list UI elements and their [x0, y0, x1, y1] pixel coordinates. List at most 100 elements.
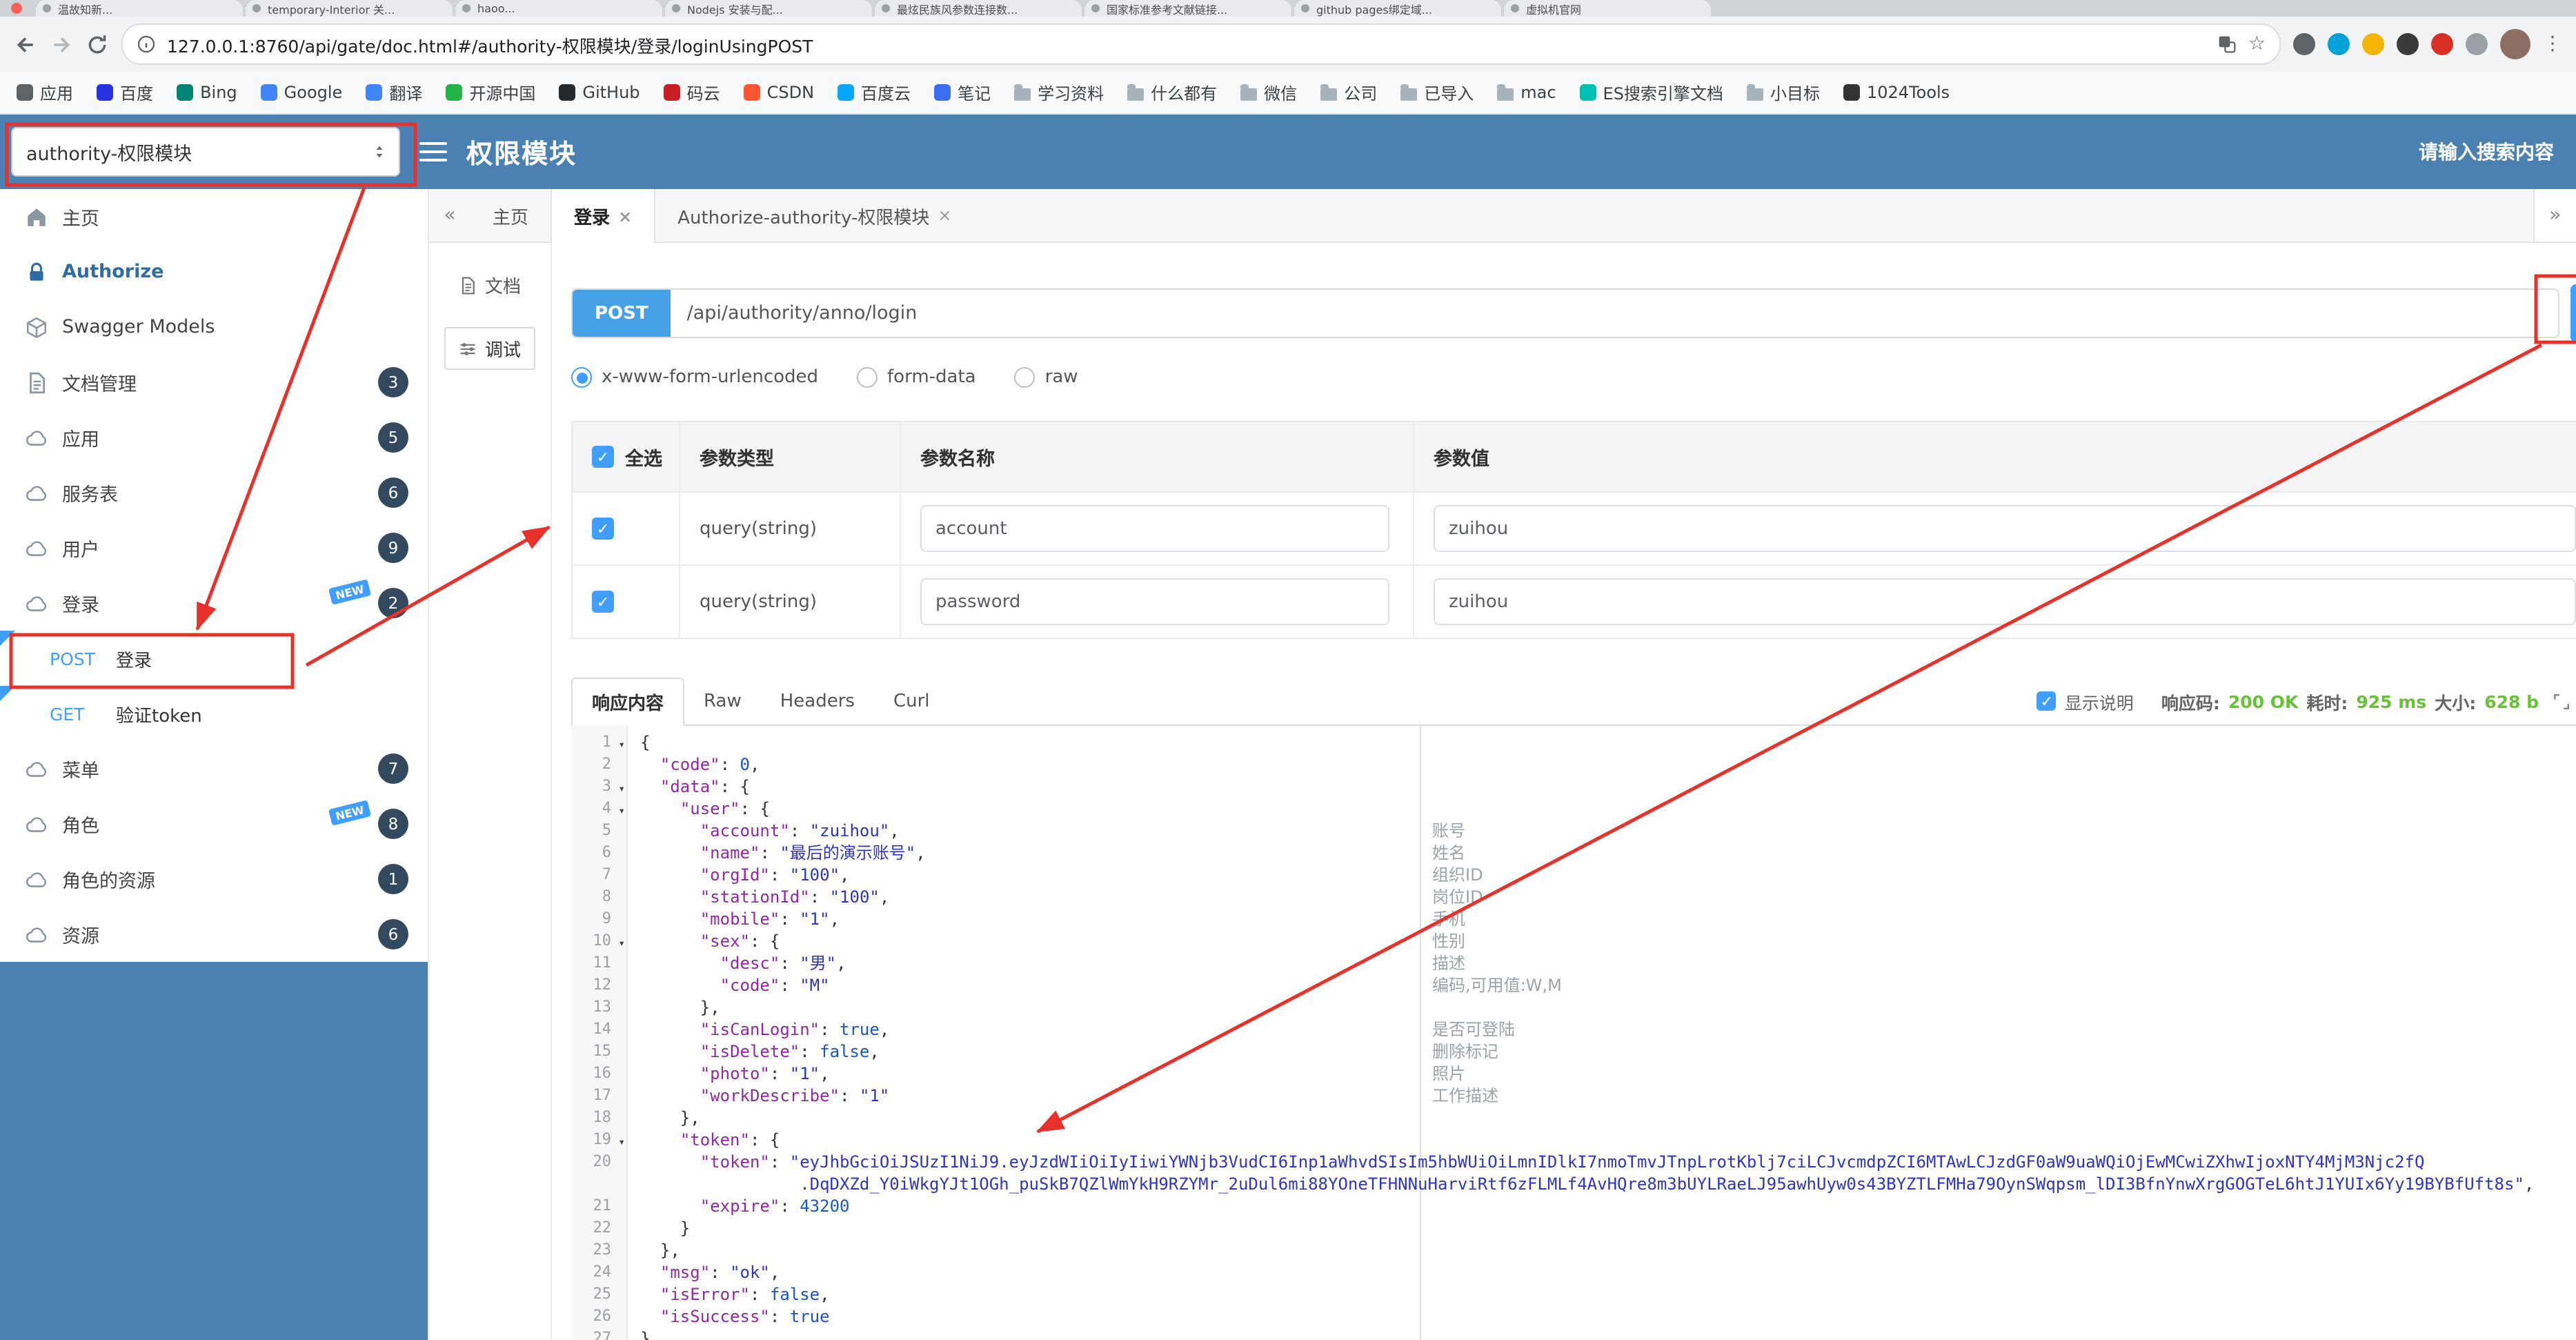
- response-tab-label: Curl: [893, 691, 930, 712]
- param-value-input[interactable]: [1434, 578, 2576, 625]
- bookmark-item[interactable]: 小目标: [1746, 81, 1820, 104]
- extension-icon[interactable]: [2362, 33, 2384, 55]
- profile-avatar[interactable]: [2500, 29, 2530, 59]
- forward-icon[interactable]: [50, 32, 73, 56]
- radio-icon[interactable]: [857, 367, 878, 388]
- content-tab[interactable]: 登录 ×: [551, 189, 656, 243]
- extension-icon[interactable]: [2328, 33, 2350, 55]
- bookmark-item[interactable]: 应用: [17, 81, 73, 104]
- bookmark-item[interactable]: CSDN: [743, 83, 814, 102]
- radio-icon[interactable]: [1014, 367, 1036, 388]
- extension-icon[interactable]: [2466, 33, 2488, 55]
- body-type-radio[interactable]: x-www-form-urlencoded: [571, 367, 818, 388]
- bookmark-item[interactable]: GitHub: [559, 83, 640, 102]
- content-tab[interactable]: 主页: [470, 189, 551, 242]
- body-type-radio[interactable]: form-data: [857, 367, 976, 388]
- show-desc-checkbox[interactable]: [2037, 691, 2057, 711]
- sidebar-item-menu[interactable]: 菜单 7: [0, 741, 428, 796]
- translate-icon[interactable]: [2218, 35, 2237, 54]
- fullscreen-icon[interactable]: [2553, 692, 2570, 710]
- info-icon[interactable]: [137, 35, 156, 54]
- back-icon[interactable]: [14, 32, 37, 56]
- browser-tab[interactable]: github pages绑定域...: [1294, 0, 1501, 17]
- browser-tab[interactable]: temporary-Interior 关...: [246, 0, 453, 17]
- bookmark-item[interactable]: 微信: [1240, 81, 1297, 104]
- reload-icon[interactable]: [86, 32, 109, 56]
- param-name-input[interactable]: [920, 578, 1389, 625]
- extension-icon[interactable]: [2293, 33, 2315, 55]
- extension-icon[interactable]: [2431, 33, 2453, 55]
- tab-scroll-left-icon[interactable]: «: [429, 189, 470, 242]
- send-button[interactable]: 发送: [2570, 284, 2576, 342]
- sidebar-item-role[interactable]: 角色 NEW 8: [0, 796, 428, 851]
- bookmark-label: 公司: [1344, 83, 1378, 103]
- browser-tab[interactable]: 国家标准参考文献链接...: [1084, 0, 1291, 17]
- response-tab[interactable]: Curl: [874, 679, 949, 725]
- tab-scroll-right-icon[interactable]: »: [2533, 189, 2576, 242]
- params-table: 全选 参数类型 参数名称 参数值 query(string): [571, 421, 2576, 639]
- sidebar-item-service-table[interactable]: 服务表 6: [0, 465, 428, 520]
- search-input[interactable]: 请输入搜索内容: [2419, 138, 2554, 166]
- bookmark-item[interactable]: 百度: [97, 81, 153, 104]
- content-tab[interactable]: Authorize-authority-权限模块 ×: [655, 189, 973, 242]
- tab-debug[interactable]: 调试: [444, 327, 535, 370]
- bookmark-item[interactable]: 开源中国: [446, 81, 535, 104]
- browser-tab[interactable]: haoo...: [455, 0, 662, 17]
- bookmark-star-icon[interactable]: ☆: [2248, 35, 2266, 54]
- bookmark-item[interactable]: 学习资料: [1014, 81, 1104, 104]
- sidebar-item-user[interactable]: 用户 9: [0, 520, 428, 575]
- url-text[interactable]: 127.0.0.1:8760/api/gate/doc.html#/author…: [167, 31, 2207, 57]
- sidebar-item-swagger-models[interactable]: Swagger Models: [0, 299, 428, 355]
- response-body-editor[interactable]: 1 ▾{2 "code": 0, 3 ▾ "data": {4 ▾ "user": {5…: [571, 726, 2576, 1340]
- module-select[interactable]: authority-权限模块: [11, 127, 400, 177]
- bookmark-item[interactable]: 公司: [1320, 81, 1377, 104]
- response-tab[interactable]: Raw: [684, 679, 761, 725]
- radio-icon[interactable]: [571, 367, 592, 388]
- bookmark-item[interactable]: mac: [1497, 83, 1556, 102]
- field-description: 编码,可用值:W,M: [1432, 976, 1562, 995]
- response-tab[interactable]: 响应内容: [571, 678, 685, 726]
- bookmark-item[interactable]: 翻译: [366, 81, 422, 104]
- row-checkbox[interactable]: [592, 518, 614, 540]
- param-name-input[interactable]: [920, 505, 1389, 552]
- browser-menu-icon[interactable]: ⋮: [2543, 35, 2562, 54]
- sidebar-item-label: 文档管理: [62, 374, 137, 396]
- browser-tab[interactable]: Nodejs 安装与配...: [665, 0, 872, 17]
- bookmark-item[interactable]: Bing: [177, 83, 237, 102]
- sidebar-item-login[interactable]: 登录 NEW 2: [0, 575, 428, 631]
- tab-document[interactable]: 文档: [445, 264, 535, 306]
- hamburger-menu-icon[interactable]: [419, 137, 447, 167]
- bookmark-item[interactable]: 什么都有: [1127, 81, 1217, 104]
- response-tab[interactable]: Headers: [761, 679, 874, 725]
- browser-tab[interactable]: 最炫民族风参数连接数...: [875, 0, 1082, 17]
- sidebar-item-resource[interactable]: 资源 6: [0, 907, 428, 962]
- sidebar-item-app[interactable]: 应用 5: [0, 410, 428, 465]
- sidebar-item-home[interactable]: 主页: [0, 189, 428, 244]
- request-url-input[interactable]: /api/authority/anno/login: [671, 302, 934, 324]
- bookmark-item[interactable]: 百度云: [838, 81, 911, 104]
- extension-icon[interactable]: [2397, 33, 2419, 55]
- close-tab-icon[interactable]: ×: [618, 206, 632, 226]
- param-value-input[interactable]: [1434, 505, 2576, 552]
- bookmark-item[interactable]: ES搜索引擎文档: [1579, 81, 1723, 104]
- bookmark-item[interactable]: 已导入: [1400, 81, 1474, 104]
- body-type-radio[interactable]: raw: [1014, 367, 1078, 388]
- close-tab-icon[interactable]: ×: [938, 206, 951, 225]
- sidebar-item-role-resource[interactable]: 角色的资源 1: [0, 851, 428, 907]
- close-window-icon[interactable]: [11, 3, 22, 14]
- sidebar-subitem-post-login[interactable]: POST 登录: [0, 631, 428, 686]
- tab-debug-label: 调试: [484, 341, 521, 362]
- sidebar-subitem-label: 验证token: [116, 706, 202, 727]
- sidebar-item-doc-manage[interactable]: 文档管理 3: [0, 355, 428, 410]
- select-all-checkbox[interactable]: [592, 446, 614, 468]
- bookmark-item[interactable]: 1024Tools: [1843, 83, 1950, 102]
- bookmark-item[interactable]: 笔记: [934, 81, 991, 104]
- bookmark-item[interactable]: Google: [260, 83, 342, 102]
- bookmark-item[interactable]: 码云: [663, 81, 720, 104]
- row-checkbox[interactable]: [592, 591, 614, 613]
- sidebar-subitem-get-verify-token[interactable]: GET 验证token: [0, 686, 428, 741]
- sidebar-item-authorize[interactable]: Authorize: [0, 244, 428, 299]
- url-bar[interactable]: 127.0.0.1:8760/api/gate/doc.html#/author…: [121, 23, 2281, 65]
- browser-tab[interactable]: 温故知新...: [36, 0, 243, 17]
- browser-tab[interactable]: 虚拟机官网: [1504, 0, 1711, 17]
